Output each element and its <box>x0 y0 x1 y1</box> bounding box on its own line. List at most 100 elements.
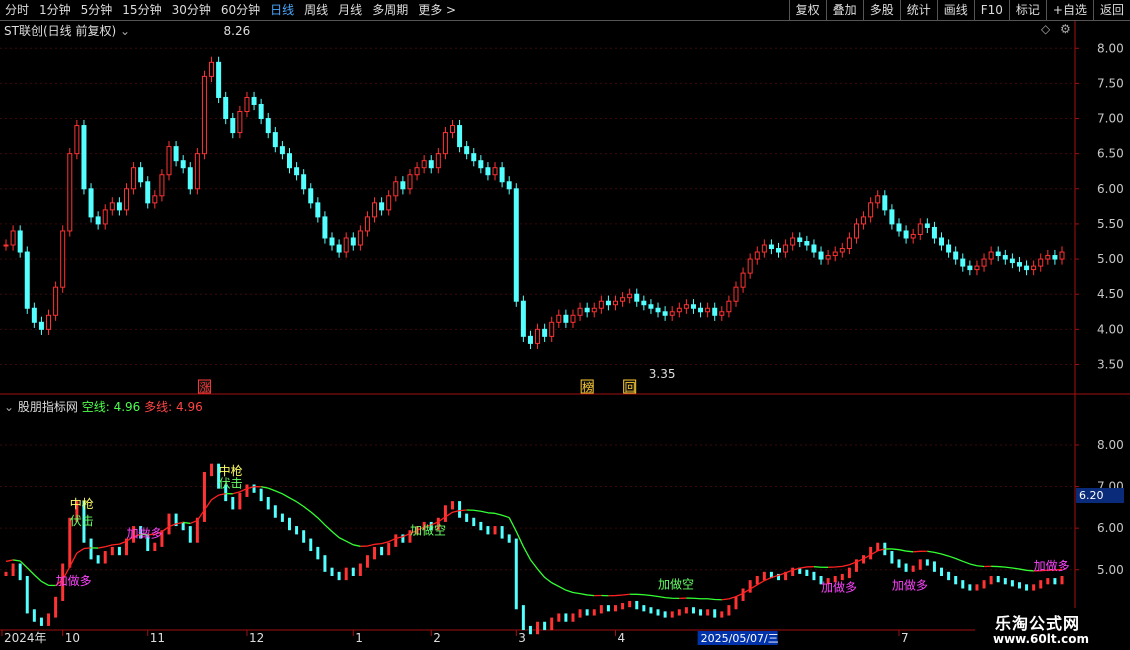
candle-body <box>832 251 838 257</box>
candle-body <box>95 216 101 225</box>
candle-body <box>804 240 810 246</box>
indicator-bar <box>847 567 851 579</box>
period-4[interactable]: 30分钟 <box>167 0 216 20</box>
toolbar-button-2[interactable]: 多股 <box>862 0 900 20</box>
period-3[interactable]: 15分钟 <box>117 0 166 20</box>
candle-body <box>556 314 562 323</box>
indicator-bar <box>188 526 192 543</box>
candle-body <box>53 286 59 316</box>
indicator-bar <box>231 496 235 510</box>
indicator-bar <box>330 567 334 576</box>
candle-body <box>159 174 165 197</box>
period-5[interactable]: 60分钟 <box>216 0 265 20</box>
candle-body <box>889 209 895 225</box>
candle-body <box>988 251 994 260</box>
candle-body <box>506 181 512 190</box>
period-6[interactable]: 日线 <box>265 0 299 20</box>
candle-body <box>336 244 342 253</box>
candle-body <box>357 230 363 246</box>
candle-body <box>1052 255 1058 260</box>
toolbar-button-6[interactable]: 标记 <box>1008 0 1046 20</box>
period-9[interactable]: 多周期 <box>367 0 413 20</box>
indicator-bar <box>266 496 270 510</box>
candle-body <box>145 181 151 204</box>
indicator-name[interactable]: 股朋指标网 <box>18 400 78 414</box>
candle-body <box>435 153 441 169</box>
period-0[interactable]: 分时 <box>0 0 34 20</box>
indicator-bar <box>755 576 759 585</box>
candle-body <box>31 307 37 323</box>
toolbar-button-4[interactable]: 画线 <box>936 0 974 20</box>
candle-body <box>294 167 300 176</box>
candle-body <box>910 233 916 239</box>
candle-body <box>662 311 668 316</box>
indicator-bar <box>252 484 256 493</box>
diamond-icon[interactable]: ◇ <box>1041 22 1050 36</box>
toolbar-button-5[interactable]: F10 <box>973 0 1009 20</box>
period-10[interactable]: 更多 > <box>413 0 461 20</box>
indicator-bar <box>465 513 469 522</box>
candle-body <box>166 146 172 176</box>
candle-body <box>570 314 576 323</box>
candle-body <box>584 307 590 313</box>
candle-body <box>244 96 250 113</box>
toolbar-button-1[interactable]: 叠加 <box>825 0 863 20</box>
low-price-label: 3.35 <box>649 367 676 381</box>
indicator-bar <box>748 580 752 593</box>
candle-body <box>24 251 30 309</box>
timeline-label: 12 <box>249 631 264 645</box>
toolbar-button-3[interactable]: 统计 <box>899 0 937 20</box>
signal-label-5: 加做多 <box>56 573 92 588</box>
chevron-down-icon[interactable]: ⌄ <box>4 400 14 414</box>
kline-chart[interactable]: 8.00 7.50 7.00 6.50 6.00 5.50 5.00 4.50 4.00 3.50… <box>0 21 1130 650</box>
candle-body <box>138 167 144 183</box>
indicator-bar <box>989 576 993 585</box>
indicator-bar <box>656 609 660 616</box>
candle-body <box>563 314 569 323</box>
period-1[interactable]: 1分钟 <box>34 0 76 20</box>
indicator-bar <box>925 559 929 566</box>
short-line <box>12 486 1034 601</box>
toolbar-button-0[interactable]: 复权 <box>788 0 826 20</box>
indicator-bar <box>507 534 511 543</box>
candle-body <box>974 265 980 271</box>
candle-body <box>882 195 888 211</box>
candle-body <box>953 251 959 260</box>
candle-body <box>223 96 229 120</box>
indicator-bar <box>344 567 348 581</box>
indicator-bar <box>947 571 951 581</box>
candle-body <box>272 132 278 148</box>
candle-body <box>598 300 604 309</box>
indicator-bar <box>621 603 625 610</box>
toolbar-button-7[interactable]: +自选 <box>1045 0 1093 20</box>
candle-body <box>258 103 264 120</box>
lower-axis-label: 5.00 <box>1097 563 1124 577</box>
stock-title: ST联创(日线 前复权) ⌄ <box>4 22 130 39</box>
toolbar-button-8[interactable]: 返回 <box>1092 0 1130 20</box>
period-7[interactable]: 周线 <box>299 0 333 20</box>
indicator-bar <box>493 526 497 535</box>
candle-body <box>17 230 23 253</box>
candle-body <box>861 216 867 225</box>
indicator-bar <box>635 600 639 610</box>
indicator-bar <box>691 607 695 614</box>
candle-body <box>761 244 767 253</box>
candle-body <box>88 188 94 218</box>
gear-icon[interactable]: ⚙ <box>1060 22 1071 36</box>
indicator-bar <box>472 517 476 527</box>
chevron-down-icon[interactable]: ⌄ <box>120 24 130 38</box>
indicator-bar <box>592 609 596 616</box>
candle-body <box>513 188 519 302</box>
candle-body <box>960 258 966 267</box>
indicator-bar <box>210 463 214 477</box>
period-2[interactable]: 5分钟 <box>76 0 118 20</box>
indicator-bar <box>1060 576 1064 585</box>
candle-body <box>768 244 774 250</box>
indicator-bar <box>96 555 100 564</box>
indicator-bar <box>500 526 504 539</box>
indicator-bar <box>394 534 398 547</box>
candle-body <box>428 160 434 169</box>
period-8[interactable]: 月线 <box>333 0 367 20</box>
indicator-bar <box>741 588 745 601</box>
indicator-bar <box>323 555 327 572</box>
